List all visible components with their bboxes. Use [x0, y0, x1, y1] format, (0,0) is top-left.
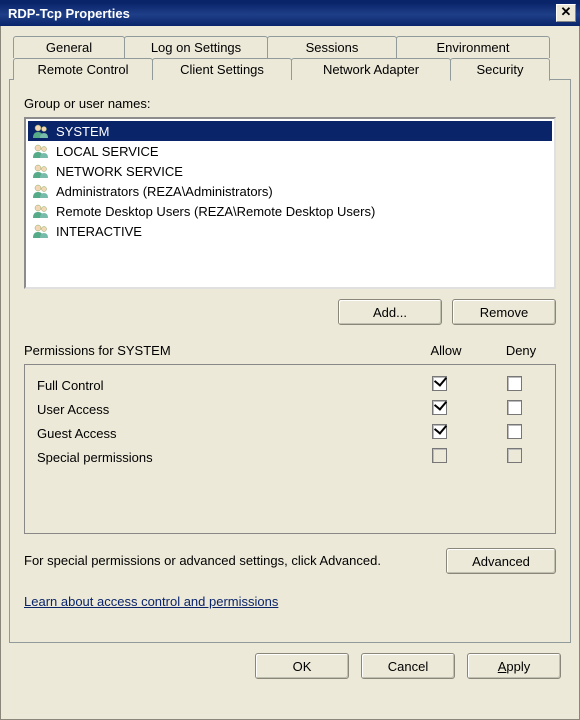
list-item-label: SYSTEM	[56, 124, 109, 139]
tab-environment[interactable]: Environment	[396, 36, 550, 58]
permission-row: Full Control	[37, 373, 549, 397]
tab-client-settings[interactable]: Client Settings	[152, 58, 292, 80]
button-label: Cancel	[388, 659, 428, 674]
tab-logon-settings[interactable]: Log on Settings	[124, 36, 268, 58]
users-icon	[32, 183, 50, 199]
list-item-label: LOCAL SERVICE	[56, 144, 159, 159]
allow-checkbox[interactable]	[432, 448, 447, 463]
permission-name: User Access	[37, 402, 399, 417]
permission-name: Full Control	[37, 378, 399, 393]
help-link[interactable]: Learn about access control and permissio…	[24, 594, 278, 609]
tab-network-adapter[interactable]: Network Adapter	[291, 58, 451, 80]
users-icon	[32, 203, 50, 219]
users-icon	[32, 143, 50, 159]
advanced-button[interactable]: Advanced	[446, 548, 556, 574]
apply-button[interactable]: Apply	[467, 653, 561, 679]
group-users-label: Group or user names:	[24, 96, 556, 111]
allow-checkbox[interactable]	[432, 400, 447, 415]
deny-checkbox[interactable]	[507, 424, 522, 439]
tab-row-1: General Log on Settings Sessions Environ…	[9, 36, 571, 58]
tab-label: Sessions	[306, 40, 359, 55]
permission-row: User Access	[37, 397, 549, 421]
permission-row: Special permissions	[37, 445, 549, 469]
button-label: Apply	[498, 659, 531, 674]
permissions-box: Full Control User Access Guest Access Speci…	[24, 364, 556, 534]
button-label: Advanced	[472, 554, 530, 569]
permission-row: Guest Access	[37, 421, 549, 445]
users-icon	[32, 163, 50, 179]
close-icon: ✕	[561, 4, 572, 19]
remove-button[interactable]: Remove	[452, 299, 556, 325]
list-item[interactable]: Remote Desktop Users (REZA\Remote Deskto…	[28, 201, 552, 221]
list-item[interactable]: NETWORK SERVICE	[28, 161, 552, 181]
permissions-header: Permissions for SYSTEM Allow Deny	[24, 343, 556, 358]
tab-label: Environment	[437, 40, 510, 55]
allow-header: Allow	[406, 343, 486, 358]
tab-label: Remote Control	[37, 62, 128, 77]
list-item-label: Remote Desktop Users (REZA\Remote Deskto…	[56, 204, 375, 219]
list-item[interactable]: SYSTEM	[28, 121, 552, 141]
users-icon	[32, 223, 50, 239]
button-label: Add...	[373, 305, 407, 320]
tab-label: Security	[477, 62, 524, 77]
deny-checkbox[interactable]	[507, 376, 522, 391]
list-item-label: INTERACTIVE	[56, 224, 142, 239]
users-listbox[interactable]: SYSTEM LOCAL SERVICE NETWORK SERVICE Admini…	[24, 117, 556, 289]
tab-sessions[interactable]: Sessions	[267, 36, 397, 58]
tab-remote-control[interactable]: Remote Control	[13, 58, 153, 80]
tab-general[interactable]: General	[13, 36, 125, 58]
advanced-hint-text: For special permissions or advanced sett…	[24, 553, 436, 570]
deny-checkbox[interactable]	[507, 448, 522, 463]
permissions-for-label: Permissions for SYSTEM	[24, 343, 406, 358]
close-button[interactable]: ✕	[556, 4, 576, 22]
tab-panel-security: Group or user names: SYSTEM LOCAL SERVICE…	[9, 79, 571, 643]
users-icon	[32, 123, 50, 139]
list-item[interactable]: INTERACTIVE	[28, 221, 552, 241]
advanced-row: For special permissions or advanced sett…	[24, 548, 556, 574]
button-label: Remove	[480, 305, 528, 320]
tab-row-2: Remote Control Client Settings Network A…	[9, 58, 571, 80]
list-item[interactable]: Administrators (REZA\Administrators)	[28, 181, 552, 201]
button-label: OK	[293, 659, 312, 674]
allow-checkbox[interactable]	[432, 376, 447, 391]
deny-header: Deny	[486, 343, 556, 358]
cancel-button[interactable]: Cancel	[361, 653, 455, 679]
permission-name: Guest Access	[37, 426, 399, 441]
deny-checkbox[interactable]	[507, 400, 522, 415]
add-button[interactable]: Add...	[338, 299, 442, 325]
title-bar: RDP-Tcp Properties ✕	[0, 0, 580, 26]
tab-label: Log on Settings	[151, 40, 241, 55]
permission-name: Special permissions	[37, 450, 399, 465]
window-title: RDP-Tcp Properties	[4, 6, 556, 21]
list-item-label: Administrators (REZA\Administrators)	[56, 184, 273, 199]
ok-button[interactable]: OK	[255, 653, 349, 679]
tab-container: General Log on Settings Sessions Environ…	[9, 36, 571, 643]
allow-checkbox[interactable]	[432, 424, 447, 439]
dialog-button-row: OK Cancel Apply	[9, 643, 571, 679]
list-item[interactable]: LOCAL SERVICE	[28, 141, 552, 161]
dialog-body: General Log on Settings Sessions Environ…	[0, 26, 580, 720]
list-item-label: NETWORK SERVICE	[56, 164, 183, 179]
tab-security[interactable]: Security	[450, 58, 550, 81]
tab-label: Client Settings	[180, 62, 264, 77]
add-remove-row: Add... Remove	[24, 299, 556, 325]
tab-label: General	[46, 40, 92, 55]
tab-label: Network Adapter	[323, 62, 419, 77]
